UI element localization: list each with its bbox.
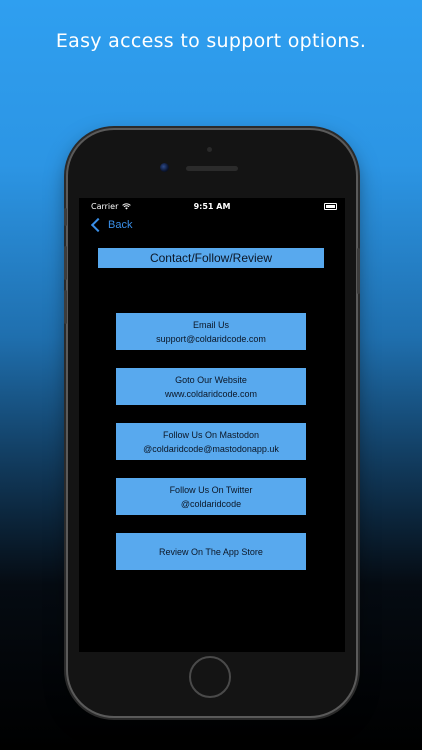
option-title: Goto Our Website: [175, 374, 247, 385]
app-screen: Carrier 9:51 AM Back Contact/Follow/Revi…: [79, 198, 345, 652]
status-bar: Carrier 9:51 AM: [79, 198, 345, 216]
power-button: [357, 248, 360, 294]
page-title: Contact/Follow/Review: [98, 248, 324, 268]
status-time: 9:51 AM: [193, 202, 231, 211]
email-us-button[interactable]: Email Us support@coldaridcode.com: [116, 313, 306, 350]
phone-frame: Carrier 9:51 AM Back Contact/Follow/Revi…: [64, 130, 360, 716]
twitter-button[interactable]: Follow Us On Twitter @coldaridcode: [116, 478, 306, 515]
earpiece-speaker: [186, 166, 238, 171]
option-detail: support@coldaridcode.com: [156, 333, 266, 344]
chevron-left-icon: [90, 217, 106, 233]
home-button[interactable]: [189, 656, 231, 698]
option-detail: @coldaridcode@mastodonapp.uk: [143, 443, 279, 454]
back-label: Back: [108, 219, 133, 231]
option-title: Email Us: [192, 319, 229, 330]
mute-switch: [64, 208, 67, 226]
website-button[interactable]: Goto Our Website www.coldaridcode.com: [116, 368, 306, 405]
back-button[interactable]: Back: [90, 217, 133, 233]
review-app-store-button[interactable]: Review On The App Store: [116, 533, 306, 570]
option-title: Follow Us On Twitter: [169, 484, 253, 495]
option-detail: @coldaridcode: [180, 498, 242, 509]
battery-icon: [324, 203, 337, 210]
option-title: Review On The App Store: [159, 546, 263, 557]
volume-down-button: [64, 290, 67, 324]
proximity-sensor: [207, 147, 212, 152]
promo-headline: Easy access to support options.: [55, 30, 367, 52]
option-title: Follow Us On Mastodon: [162, 429, 260, 440]
mastodon-button[interactable]: Follow Us On Mastodon @coldaridcode@mast…: [116, 423, 306, 460]
option-detail: www.coldaridcode.com: [164, 388, 258, 399]
front-camera-icon: [160, 163, 169, 172]
volume-up-button: [64, 246, 67, 280]
